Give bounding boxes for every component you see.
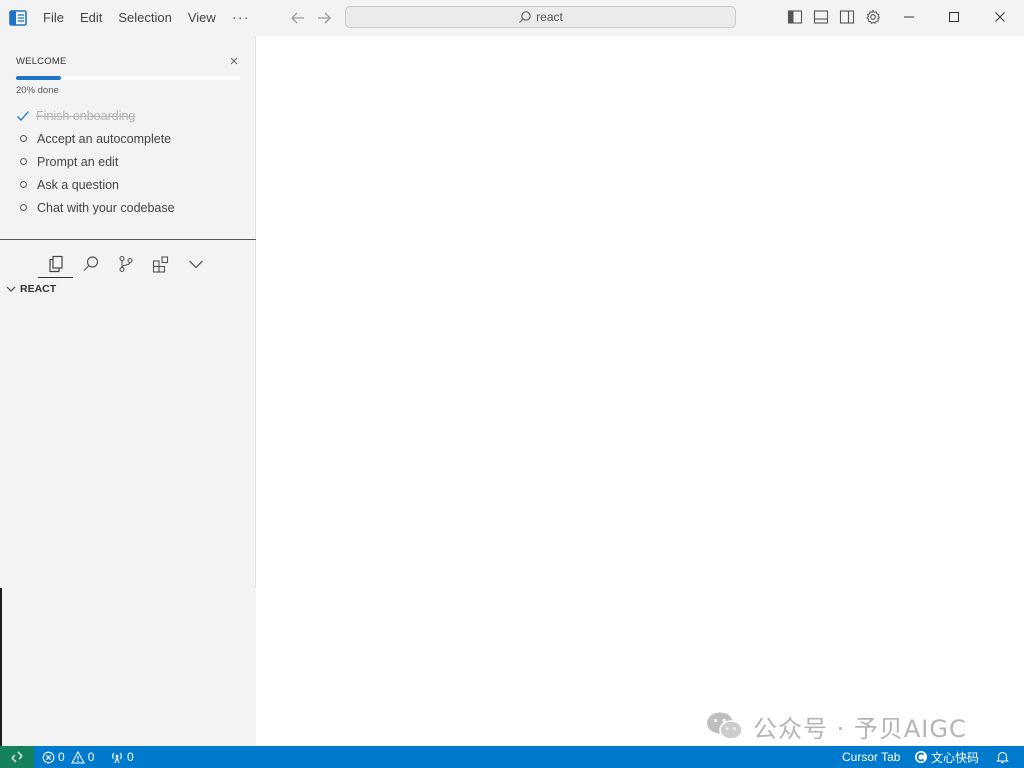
toggle-panel-icon[interactable] bbox=[813, 9, 829, 25]
extensions-tab[interactable] bbox=[143, 250, 178, 278]
checklist-item-chat-codebase[interactable]: Chat with your codebase bbox=[16, 196, 175, 219]
extension-status[interactable]: 文心快码 bbox=[914, 746, 979, 768]
checklist-item-label: Ask a question bbox=[37, 177, 119, 192]
warning-icon bbox=[70, 750, 85, 764]
checklist-item-label: Prompt an edit bbox=[37, 154, 119, 169]
welcome-title: WELCOME bbox=[16, 56, 67, 67]
menu-edit[interactable]: Edit bbox=[72, 0, 110, 36]
folder-name: REACT bbox=[20, 283, 57, 295]
menu-view[interactable]: View bbox=[180, 0, 224, 36]
app-logo-icon bbox=[9, 10, 27, 26]
checklist-item-label: Accept an autocomplete bbox=[37, 131, 172, 146]
circle-bullet-icon bbox=[20, 181, 27, 188]
onboarding-progress-bar bbox=[16, 76, 240, 80]
ports-count: 0 bbox=[127, 750, 134, 764]
warning-count: 0 bbox=[87, 750, 95, 764]
watermark: 公众号 · 予贝AIGC bbox=[705, 708, 967, 744]
notifications-button[interactable] bbox=[996, 746, 1009, 768]
cursor-tab-status[interactable]: Cursor Tab bbox=[842, 746, 900, 768]
progress-text: 20% done bbox=[16, 85, 59, 96]
ports-indicator[interactable]: 0 bbox=[110, 746, 134, 768]
error-icon bbox=[42, 751, 55, 763]
toggle-primary-sidebar-icon[interactable] bbox=[787, 9, 803, 25]
toggle-secondary-sidebar-icon[interactable] bbox=[839, 9, 855, 25]
remote-icon bbox=[11, 751, 23, 763]
maximize-icon bbox=[949, 12, 959, 22]
bell-icon bbox=[996, 751, 1009, 764]
checklist-item-accept-autocomplete[interactable]: Accept an autocomplete bbox=[16, 127, 175, 150]
watermark-text: 公众号 · 予贝AIGC bbox=[753, 714, 967, 743]
error-count: 0 bbox=[58, 750, 65, 764]
checklist-item-prompt-edit[interactable]: Prompt an edit bbox=[16, 150, 175, 173]
command-center-search[interactable]: react bbox=[345, 6, 736, 28]
onboarding-checklist: Finish onboarding Accept an autocomplete… bbox=[16, 104, 175, 219]
chevron-down-icon bbox=[188, 260, 203, 269]
explorer-folder-header[interactable]: REACT bbox=[6, 283, 56, 295]
minimize-icon bbox=[904, 16, 914, 18]
source-control-tab[interactable] bbox=[108, 250, 143, 278]
progress-fill bbox=[16, 76, 61, 80]
circle-bullet-icon bbox=[20, 204, 27, 211]
back-arrow-icon[interactable] bbox=[289, 9, 307, 27]
forward-arrow-icon[interactable] bbox=[315, 9, 333, 27]
more-views-button[interactable] bbox=[178, 250, 213, 278]
search-text: react bbox=[536, 10, 563, 24]
circle-bullet-icon bbox=[20, 135, 27, 142]
cursor-tab-label: Cursor Tab bbox=[842, 750, 901, 764]
problems-indicator[interactable]: 0 0 bbox=[42, 746, 94, 768]
checklist-item-finish-onboarding[interactable]: Finish onboarding bbox=[16, 104, 175, 127]
sidebar-empty-area bbox=[2, 588, 256, 746]
remote-indicator-button[interactable] bbox=[0, 746, 34, 768]
section-divider bbox=[0, 239, 256, 240]
comate-logo-icon bbox=[915, 751, 927, 763]
search-tab[interactable] bbox=[73, 250, 108, 278]
extension-label: 文心快码 bbox=[931, 750, 980, 765]
gear-icon[interactable] bbox=[865, 9, 881, 25]
minimize-button[interactable] bbox=[886, 0, 932, 34]
menu-selection[interactable]: Selection bbox=[110, 0, 179, 36]
close-icon bbox=[995, 12, 1005, 22]
checklist-item-label: Finish onboarding bbox=[36, 108, 136, 123]
search-icon bbox=[519, 11, 531, 23]
checklist-item-ask-question[interactable]: Ask a question bbox=[16, 173, 175, 196]
menu-file[interactable]: File bbox=[35, 0, 72, 36]
welcome-close-icon[interactable] bbox=[229, 56, 239, 66]
circle-bullet-icon bbox=[20, 158, 27, 165]
search-icon bbox=[83, 256, 98, 271]
extensions-icon bbox=[152, 256, 168, 273]
maximize-button[interactable] bbox=[931, 0, 977, 34]
wechat-logo-icon bbox=[707, 712, 743, 740]
chevron-down-icon bbox=[6, 286, 16, 292]
status-bar: 0 0 0 Cursor Tab 文心快码 bbox=[0, 746, 1024, 768]
files-icon bbox=[48, 255, 63, 272]
close-window-button[interactable] bbox=[977, 0, 1023, 34]
source-control-icon bbox=[118, 255, 133, 273]
checkmark-icon bbox=[16, 109, 30, 123]
checklist-item-label: Chat with your codebase bbox=[37, 200, 175, 215]
editor-area[interactable] bbox=[256, 36, 1024, 746]
activity-bar bbox=[38, 250, 213, 278]
sidebar: WELCOME 20% done Finish onboarding Accep… bbox=[0, 36, 256, 588]
menu-bar: File Edit Selection View ··· bbox=[35, 0, 258, 36]
more-menu-button[interactable]: ··· bbox=[224, 3, 258, 33]
title-bar: File Edit Selection View ··· react bbox=[0, 0, 1024, 36]
broadcast-icon bbox=[112, 752, 122, 763]
explorer-tab[interactable] bbox=[38, 250, 73, 278]
